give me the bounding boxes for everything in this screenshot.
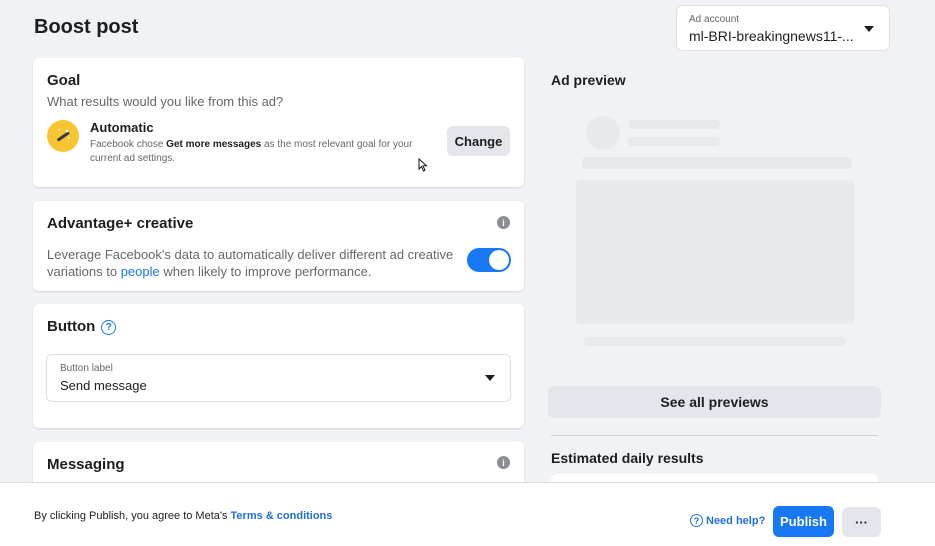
goal-card: Goal What results would you like from th… [33,58,524,187]
advantage-creative-title: Advantage+ creative [47,215,194,232]
terms-link[interactable]: Terms & conditions [231,510,333,522]
skeleton-line [628,120,720,129]
button-label-value: Send message [60,378,147,393]
goal-option: Automatic Facebook chose Get more messag… [47,118,510,168]
skeleton-line [584,337,846,346]
button-label-label: Button label [60,363,113,374]
advantage-creative-card: Advantage+ creative i Leverage Facebook'… [33,201,524,291]
terms-notice: By clicking Publish, you agree to Meta's… [34,510,333,522]
button-label-select[interactable]: Button label Send message [46,354,511,402]
ad-account-value: ml-BRI-breakingnews11-... [689,28,854,44]
goal-subtitle: What results would you like from this ad… [47,94,284,109]
goal-option-name: Automatic [90,120,154,135]
messaging-title: Messaging [47,456,125,473]
change-goal-button[interactable]: Change [447,126,510,156]
ad-preview-title: Ad preview [551,72,626,88]
goal-title: Goal [47,72,81,89]
footer-bar: By clicking Publish, you agree to Meta's… [0,482,935,546]
see-all-previews-button[interactable]: See all previews [548,386,881,418]
mouse-cursor-icon [418,158,428,172]
help-icon: ? [690,514,703,527]
button-card: Button? Button label Send message [33,304,524,428]
ad-account-label: Ad account [689,14,740,25]
more-options-button[interactable]: ··· [842,507,881,537]
skeleton-line [582,157,852,169]
publish-button[interactable]: Publish [773,506,834,537]
people-link[interactable]: people [121,264,160,279]
goal-option-description: Facebook chose Get more messages as the … [90,139,413,164]
button-section-title: Button? [47,318,510,335]
help-icon[interactable]: ? [101,320,117,335]
info-icon[interactable]: i [497,456,510,469]
info-icon[interactable]: i [497,216,510,229]
advantage-creative-description: Leverage Facebook's data to automaticall… [47,247,454,279]
ad-account-select[interactable]: Ad account ml-BRI-breakingnews11-... [676,5,890,51]
skeleton-avatar [586,116,620,150]
chevron-down-icon [864,26,874,32]
magic-wand-icon [47,120,79,152]
need-help-link[interactable]: ? Need help? [690,514,765,527]
estimated-daily-results-title: Estimated daily results [551,450,704,466]
page-title: Boost post [34,16,139,38]
divider [551,435,878,436]
advantage-creative-toggle[interactable] [467,248,511,272]
skeleton-line [628,137,720,146]
skeleton-image [576,180,854,324]
toggle-knob [489,250,509,270]
chevron-down-icon [485,375,495,381]
